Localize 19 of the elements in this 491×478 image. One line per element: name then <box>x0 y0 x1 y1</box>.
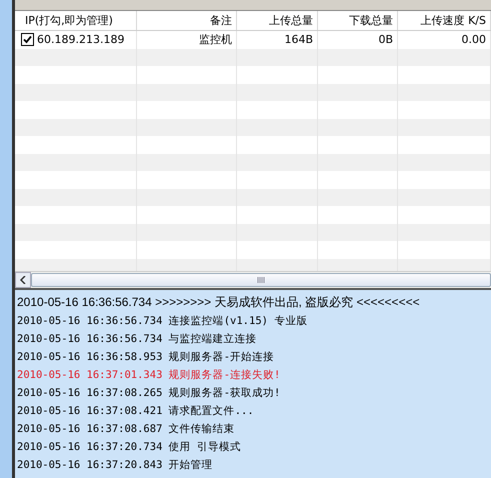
table-cell: 60.189.213.189 <box>37 33 124 46</box>
log-line: 2010-05-16 16:36:56.734 >>>>>>>> 天易成软件出品, 盗版必究 <<<<<<<<< <box>17 294 420 311</box>
column-header[interactable]: 上传总量 <box>237 11 318 30</box>
log-line: 2010-05-16 16:36:58.953 规则服务器-开始连接 <box>17 350 274 365</box>
log-line: 2010-05-16 16:37:20.843 开始管理 <box>17 458 213 473</box>
log-line: 2010-05-16 16:37:08.687 文件传输结束 <box>17 422 235 437</box>
error-log-line: 2010-05-16 16:37:01.343 规则服务器-连接失败! <box>17 368 280 383</box>
column-header[interactable]: IP(打勾,即为管理) <box>15 11 137 30</box>
log-line: 2010-05-16 16:37:08.265 规则服务器-获取成功! <box>17 386 280 401</box>
column-header[interactable]: 上传速度 K/S <box>398 11 491 30</box>
column-header[interactable]: 下载总量 <box>318 11 398 30</box>
log-line: 2010-05-16 16:36:56.734 与监控端建立连接 <box>17 332 257 347</box>
log-line: 2010-05-16 16:37:08.421 请求配置文件... <box>17 404 254 419</box>
log-line: 2010-05-16 16:37:20.734 使用 引导模式 <box>17 440 242 455</box>
scrollbar-thumb[interactable] <box>31 273 491 287</box>
column-header[interactable]: 备注 <box>137 11 237 30</box>
log-line: 2010-05-16 16:36:56.734 连接监控端(v1.15) 专业版 <box>17 314 308 329</box>
checkbox[interactable] <box>21 33 34 46</box>
grip-icon <box>257 277 265 283</box>
